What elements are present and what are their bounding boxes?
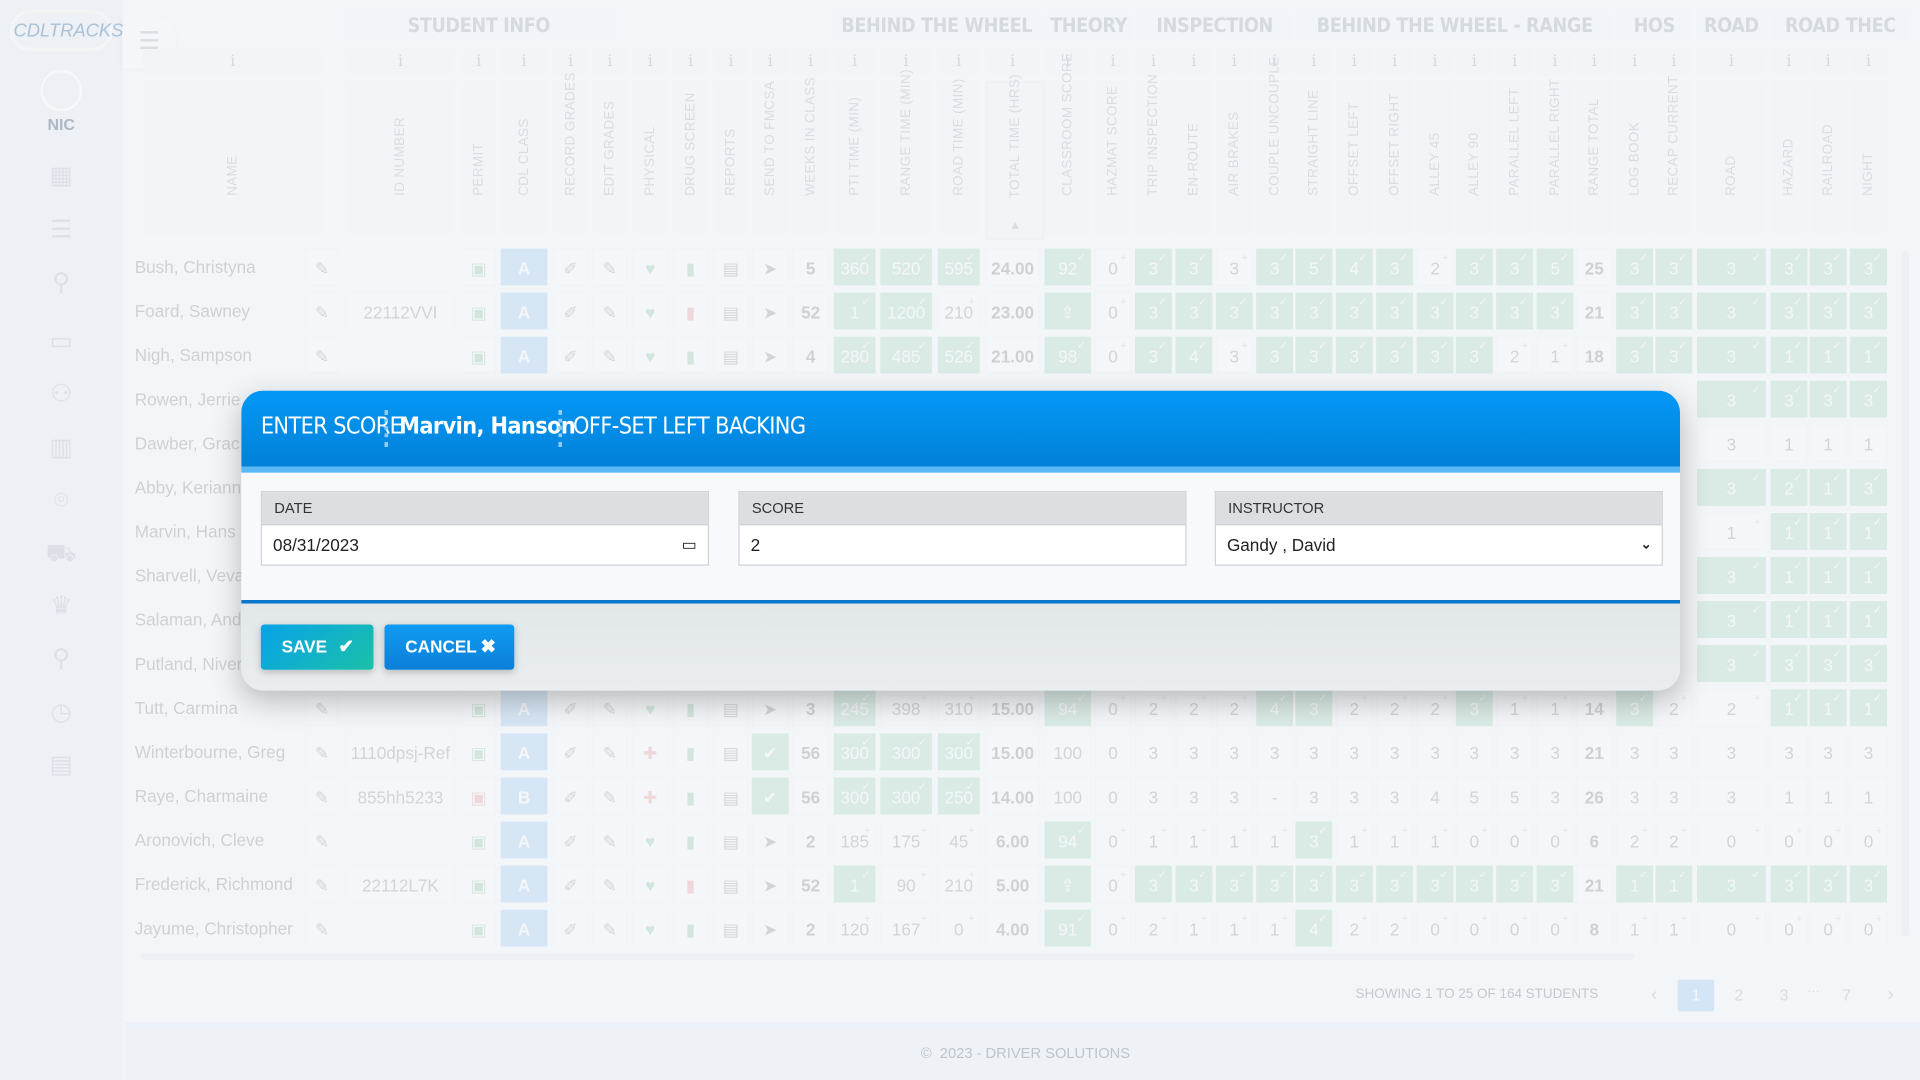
- modal-student-name: Marvin, Hanson: [399, 412, 576, 440]
- cancel-label: CANCEL: [405, 636, 477, 657]
- avatar[interactable]: [40, 69, 83, 112]
- logo[interactable]: CDLTRACKS: [9, 9, 123, 52]
- score-label: SCORE: [739, 492, 1186, 526]
- enter-score-modal: ENTER SCORE Marvin, Hanson OFF-SET LEFT …: [241, 390, 1681, 691]
- check-icon: ✔: [338, 636, 354, 658]
- date-value: 08/31/2023: [273, 535, 359, 555]
- cancel-button[interactable]: CANCEL ✖: [384, 624, 515, 670]
- modal-footer: SAVE ✔ CANCEL ✖: [241, 603, 1681, 691]
- title-separator: [384, 410, 391, 447]
- modal-task-name: OFF-SET LEFT BACKING: [573, 412, 806, 440]
- pagination-summary: SHOWING 1 TO 25 OF 164 STUDENTS: [1355, 986, 1599, 1002]
- instructor-label: INSTRUCTOR: [1215, 492, 1662, 526]
- chevron-down-icon: ⌄: [1640, 537, 1652, 553]
- title-separator: [558, 410, 565, 447]
- modal-header: ENTER SCORE Marvin, Hanson OFF-SET LEFT …: [241, 390, 1681, 473]
- logo-text: CDLTRACKS: [13, 20, 124, 42]
- instructor-field: INSTRUCTOR Gandy , David ⌄: [1214, 491, 1663, 566]
- calendar-icon[interactable]: ▭: [682, 525, 697, 564]
- save-label: SAVE: [281, 636, 328, 657]
- date-input[interactable]: 08/31/2023 ▭: [262, 525, 708, 564]
- instructor-select[interactable]: Gandy , David ⌄: [1216, 525, 1662, 564]
- save-button[interactable]: SAVE ✔: [260, 624, 374, 670]
- score-field: SCORE 2: [738, 491, 1187, 566]
- score-input[interactable]: 2: [740, 525, 1186, 564]
- close-icon: ✖: [480, 636, 496, 658]
- modal-title: ENTER SCORE: [260, 412, 403, 440]
- instructor-value: Gandy , David: [1226, 535, 1336, 555]
- date-label: DATE: [262, 492, 708, 526]
- user-name: NIC: [47, 115, 75, 134]
- copyright: © 2023 - DRIVER SOLUTIONS: [920, 1044, 1131, 1062]
- date-field: DATE 08/31/2023 ▭: [260, 491, 709, 566]
